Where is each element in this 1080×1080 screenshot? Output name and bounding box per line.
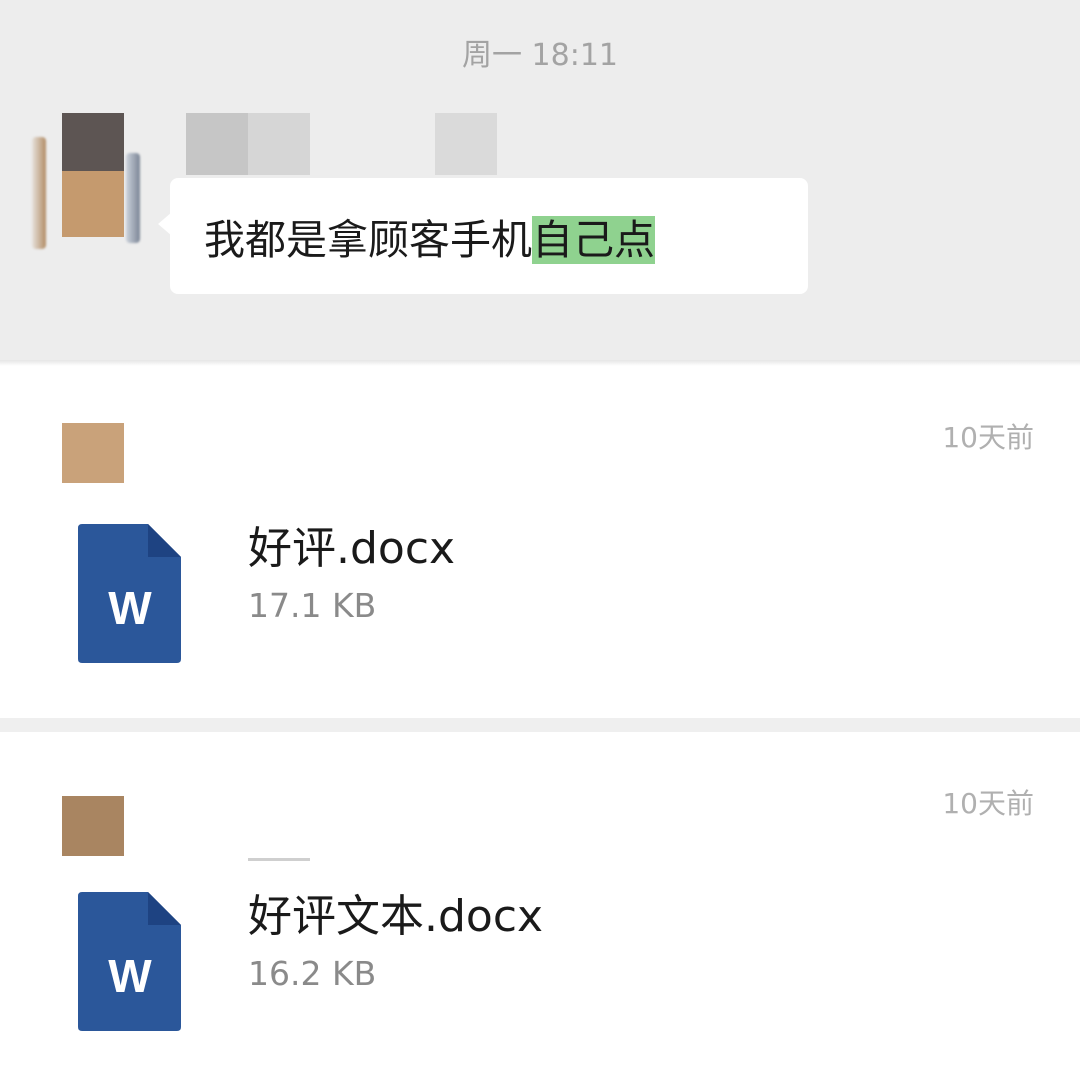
file-sender-avatar[interactable] <box>62 796 124 856</box>
word-doc-icon: W <box>78 524 181 663</box>
redaction-block <box>186 113 248 175</box>
file-name: 好评文本.docx <box>248 891 544 942</box>
avatar-blur-left <box>32 137 46 249</box>
redaction-block <box>248 113 310 175</box>
redaction-block <box>435 113 497 175</box>
avatar-pixel-bottom <box>62 171 124 237</box>
message-text-highlight: 自己点 <box>532 216 655 264</box>
message-bubble[interactable]: 我都是拿顾客手机自己点 <box>158 178 808 294</box>
file-sender-avatar[interactable] <box>62 423 124 483</box>
file-size: 17.1 KB <box>248 586 377 625</box>
message-timestamp: 周一 18:11 <box>462 38 618 73</box>
file-time-ago: 10天前 <box>942 421 1034 454</box>
card-divider <box>0 718 1080 732</box>
sender-name-redacted-line <box>248 858 310 861</box>
screen: 周一 18:11 我都是拿顾客手机自己点 10天前 W 好评.docx 17.1… <box>0 0 1080 1080</box>
chat-area: 周一 18:11 我都是拿顾客手机自己点 <box>0 0 1080 360</box>
file-size: 16.2 KB <box>248 954 377 993</box>
word-doc-icon: W <box>78 892 181 1031</box>
file-time-ago: 10天前 <box>942 787 1034 820</box>
sender-avatar[interactable] <box>32 113 140 249</box>
message-text-plain: 我都是拿顾客手机 <box>204 216 532 264</box>
avatar-pixel-top <box>62 113 124 171</box>
message-text: 我都是拿顾客手机自己点 <box>204 212 655 268</box>
avatar-blur-right <box>126 153 140 243</box>
file-card[interactable]: 10天前 W 好评文本.docx 16.2 KB <box>0 732 1080 1080</box>
word-doc-letter: W <box>108 950 152 1002</box>
word-doc-letter: W <box>108 582 152 634</box>
file-card[interactable]: 10天前 W 好评.docx 17.1 KB <box>0 366 1080 718</box>
file-name: 好评.docx <box>248 523 456 574</box>
sender-name-redacted <box>186 113 498 175</box>
